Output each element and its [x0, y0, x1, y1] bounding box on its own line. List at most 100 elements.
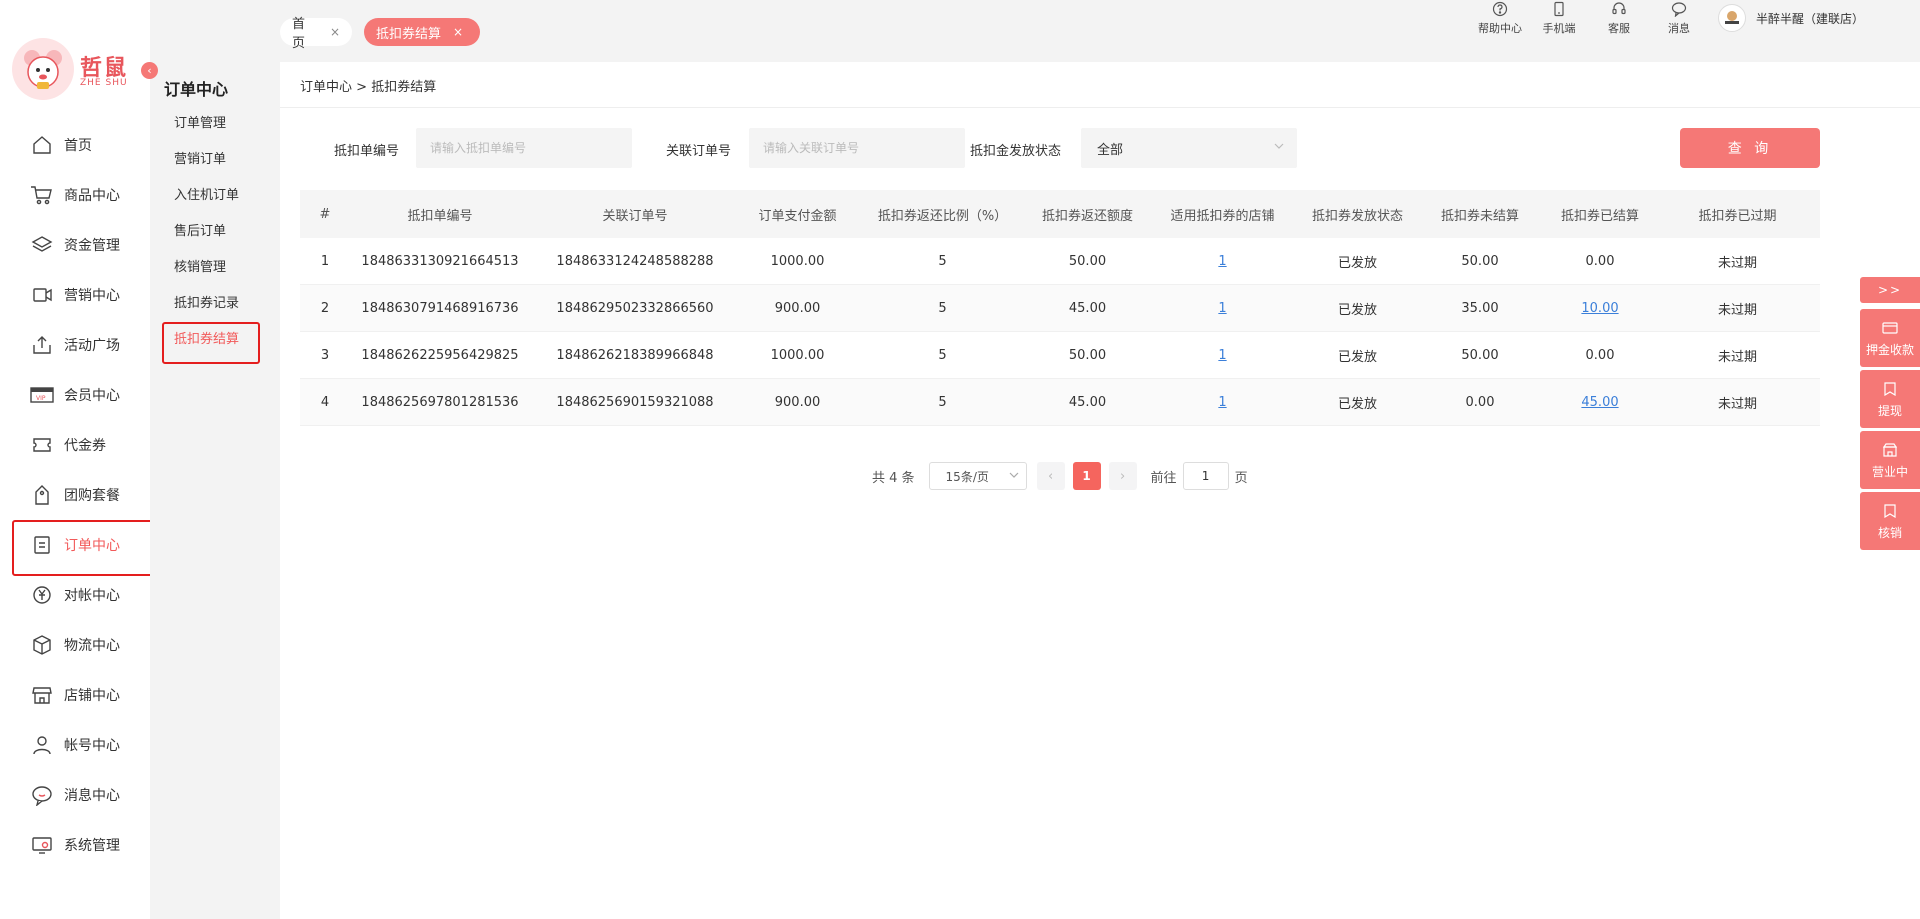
tab-voucher-settlement[interactable]: 抵扣券结算 × — [364, 18, 480, 46]
table-row: 3 1848626225956429825 184862621838996684… — [300, 332, 1820, 379]
brand-logo[interactable]: 哲鼠 ZHE SHU — [12, 38, 144, 102]
chevron-down-icon — [1273, 140, 1285, 156]
subnav-item-verification[interactable]: 核销管理 — [150, 250, 280, 286]
price-tag-icon — [30, 483, 54, 507]
cell-voucher-no: 1848630791468916736 — [361, 300, 519, 316]
nav-label: 帐号中心 — [64, 738, 120, 754]
messages-button[interactable]: 消息 — [1651, 0, 1707, 36]
help-center-button[interactable]: 帮助中心 — [1472, 0, 1528, 36]
nav-label: 店铺中心 — [64, 688, 120, 704]
nav-item-orders[interactable]: 订单中心 — [0, 520, 154, 576]
nav-item-voucher[interactable]: 代金券 — [0, 420, 150, 470]
cell-return-amount: 45.00 — [1068, 394, 1107, 410]
nav-item-home[interactable]: 首页 — [0, 120, 150, 170]
current-page[interactable]: 1 — [1072, 462, 1101, 490]
issue-status-select[interactable]: 全部 — [1081, 128, 1297, 168]
withdraw-button[interactable]: 提现 — [1860, 370, 1920, 428]
sub-sidebar: 订单中心 订单管理 营销订单 入住机订单 售后订单 核销管理 抵扣券记录 抵扣券… — [150, 0, 280, 919]
nav-item-store[interactable]: 店铺中心 — [0, 670, 150, 720]
query-button[interactable]: 查 询 — [1680, 128, 1820, 168]
mobile-button[interactable]: 手机端 — [1531, 0, 1587, 36]
cell-stores: 1 — [1145, 348, 1300, 363]
subnav-item-voucher-records[interactable]: 抵扣券记录 — [150, 286, 280, 322]
nav-item-account[interactable]: 帐号中心 — [0, 720, 150, 770]
column-header: 抵扣券发放状态 — [1311, 208, 1403, 224]
messages-label: 消息 — [1668, 22, 1690, 35]
goto-page-input[interactable] — [1182, 462, 1229, 490]
question-circle-icon — [1472, 0, 1528, 18]
nav-item-activity[interactable]: 活动广场 — [0, 320, 150, 370]
next-page-button[interactable]: › — [1108, 462, 1137, 490]
column-header: 抵扣券已结算 — [1560, 208, 1639, 224]
close-icon[interactable]: × — [330, 25, 340, 39]
stores-link[interactable]: 1 — [1218, 395, 1226, 410]
cell-return-amount: 50.00 — [1068, 253, 1107, 269]
nav-label: 商品中心 — [64, 188, 120, 204]
top-bar: 首页 × 抵扣券结算 × 帮助中心 手机端 客服 消息 半醉半醒（建联店） — [280, 0, 1920, 62]
total-count: 共 4 条 — [872, 470, 915, 486]
cell-expired: 未过期 — [1717, 255, 1757, 271]
stores-link[interactable]: 1 — [1218, 348, 1226, 363]
nav-item-goods[interactable]: 商品中心 — [0, 170, 150, 220]
cell-pay-amount: 1000.00 — [770, 253, 825, 269]
nav-item-funds[interactable]: 资金管理 — [0, 220, 150, 270]
brand-sub: ZHE SHU — [80, 78, 128, 88]
chevron-right-icon: › — [1119, 468, 1126, 484]
customer-service-button[interactable]: 客服 — [1591, 0, 1647, 36]
cell-unsettled: 0.00 — [1465, 394, 1495, 410]
cell-stores: 1 — [1145, 395, 1300, 410]
cell-issue-status: 已发放 — [1337, 302, 1377, 318]
stores-link[interactable]: 1 — [1218, 301, 1226, 316]
nav-item-member[interactable]: VIP 会员中心 — [0, 370, 150, 420]
nav-item-system[interactable]: 系统管理 — [0, 820, 150, 870]
nav-item-groupbuy[interactable]: 团购套餐 — [0, 470, 150, 520]
close-icon[interactable]: × — [453, 25, 463, 39]
cell-expired: 未过期 — [1717, 302, 1757, 318]
marketing-icon — [30, 283, 54, 307]
svg-text:VIP: VIP — [36, 395, 46, 402]
settlement-table: # 抵扣单编号 关联订单号 订单支付金额 抵扣券返还比例（%） 抵扣券返还额度 … — [300, 190, 1820, 426]
pagination: 共 4 条 15条/页 ‹ 1 › 前往 页 — [872, 462, 1248, 490]
breadcrumb-current: 抵扣券结算 — [371, 80, 437, 95]
subnav-item-voucher-settlement[interactable]: 抵扣券结算 — [150, 322, 280, 364]
message-bubble-icon — [1651, 0, 1707, 18]
breadcrumb-parent[interactable]: 订单中心 — [300, 80, 352, 95]
cell-issue-status: 已发放 — [1337, 255, 1377, 271]
subnav-item-checkin-orders[interactable]: 入住机订单 — [150, 178, 280, 214]
user-menu[interactable]: 半醉半醒（建联店） — [1718, 4, 1864, 32]
verify-button[interactable]: 核销 — [1860, 492, 1920, 550]
table-row: 4 1848625697801281536 184862569015932108… — [300, 379, 1820, 426]
cell-order-no: 1848629502332866560 — [556, 300, 714, 316]
collapse-sidebar-button[interactable]: ‹ — [141, 62, 158, 79]
business-status-button[interactable]: 营业中 — [1860, 431, 1920, 489]
content-panel: 订单中心 > 抵扣券结算 抵扣单编号 关联订单号 抵扣金发放状态 全部 查 询 … — [280, 62, 1920, 919]
deposit-collect-button[interactable]: 押金收款 — [1860, 309, 1920, 367]
settled-link[interactable]: 45.00 — [1581, 395, 1618, 410]
subnav-item-marketing-orders[interactable]: 营销订单 — [150, 142, 280, 178]
column-header: 关联订单号 — [602, 208, 668, 224]
nav-item-reconcile[interactable]: 对帐中心 — [0, 570, 150, 620]
cell-return-ratio: 5 — [938, 253, 947, 269]
nav-label: 首页 — [64, 138, 92, 154]
settled-link[interactable]: 10.00 — [1581, 301, 1618, 316]
voucher-no-input[interactable] — [416, 128, 632, 168]
column-header: 抵扣券返还比例（%） — [877, 208, 1008, 224]
page-size-select[interactable]: 15条/页 — [928, 462, 1027, 490]
column-header: 抵扣单编号 — [407, 208, 473, 224]
yen-circle-icon — [30, 583, 54, 607]
stores-link[interactable]: 1 — [1218, 254, 1226, 269]
nav-item-logistics[interactable]: 物流中心 — [0, 620, 150, 670]
prev-page-button[interactable]: ‹ — [1036, 462, 1065, 490]
cell-settled: 45.00 — [1545, 395, 1655, 410]
nav-item-messages[interactable]: 消息中心 — [0, 770, 150, 820]
cell-pay-amount: 900.00 — [774, 300, 821, 316]
mouse-mascot-icon — [12, 38, 74, 100]
tab-home[interactable]: 首页 × — [280, 17, 352, 51]
cell-voucher-no: 1848625697801281536 — [361, 394, 519, 410]
subnav-item-order-manage[interactable]: 订单管理 — [150, 106, 280, 142]
subnav-item-aftersale-orders[interactable]: 售后订单 — [150, 214, 280, 250]
expand-float-button[interactable]: >> — [1860, 277, 1920, 303]
order-no-input[interactable] — [749, 128, 965, 168]
nav-item-marketing[interactable]: 营销中心 — [0, 270, 150, 320]
cell-settled: 0.00 — [1585, 253, 1615, 269]
